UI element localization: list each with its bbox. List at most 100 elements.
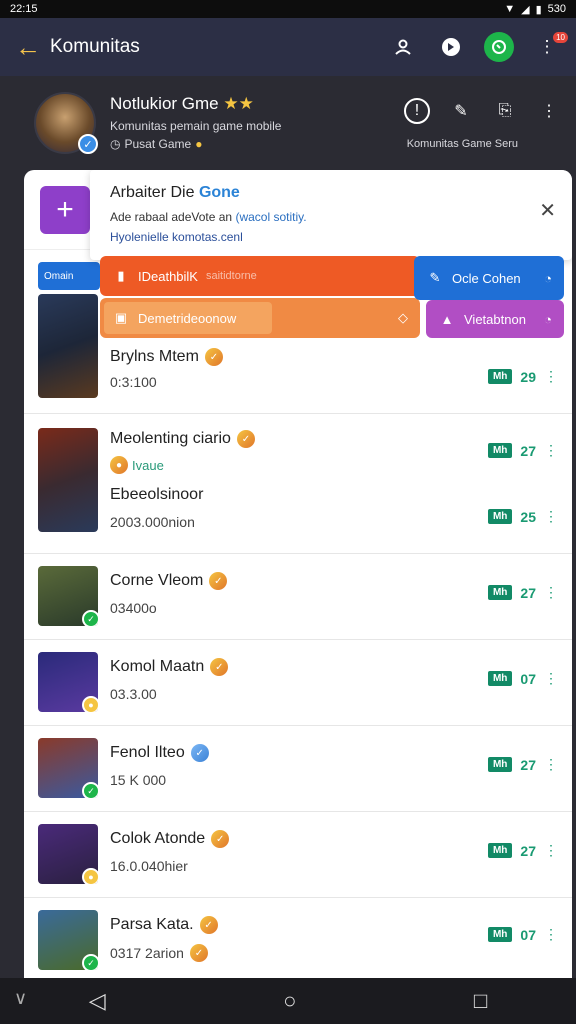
popup-title: Arbaiter Die Gone [110, 184, 240, 202]
list-item-stat: Mh 27 ⋮ [487, 442, 558, 459]
stat-pill: Mh [487, 671, 513, 686]
list-item[interactable]: ✓ Parsa Kata. ✓ 0317 2arion ✓ Mh 07 ⋮ [24, 898, 572, 978]
list-item-title-text: Brylns Mtem [110, 348, 199, 365]
notification-badge: 10 [553, 32, 568, 43]
kebab-icon[interactable]: ⋮ [544, 756, 558, 773]
emoji-icon: ● [195, 137, 203, 151]
list-item-stat: Mh 25 ⋮ [487, 508, 558, 525]
kebab-icon[interactable]: ⋮ [544, 584, 558, 601]
list-item-title: Fenol Ilteo ✓ [110, 744, 209, 762]
list-item[interactable]: ● Komol Maatn ✓ 03.3.00 Mh 07 ⋮ [24, 640, 572, 726]
stat-pill: Mh [487, 443, 513, 458]
card-blue[interactable]: ✎ Ocle Cohen ◔ [414, 256, 564, 300]
avatar[interactable]: ✓ [34, 92, 98, 154]
nav-recents-icon[interactable]: □ [474, 988, 487, 1014]
nav-home-icon[interactable]: ○ [283, 988, 296, 1014]
flag-icon: ▲ [440, 311, 454, 327]
list-item[interactable]: Meolenting ciario ✓ ● Ivaue Ebeeolsinoor… [24, 414, 572, 554]
emblem-icon: ✓ [189, 944, 208, 962]
stat-number: 29 [520, 368, 536, 385]
stat-number: 27 [520, 842, 536, 859]
kebab-icon[interactable]: ⋮ [544, 508, 558, 525]
pin-icon: ✎ [429, 270, 441, 285]
list-item-stat: Mh 27 ⋮ [487, 842, 558, 859]
list-item-stat: Mh 07 ⋮ [487, 926, 558, 943]
emblem-icon: ● [110, 456, 128, 474]
edit-icon[interactable]: ✎ [448, 98, 474, 124]
game-thumbnail: ✓ [38, 738, 98, 798]
card-orange-bottom[interactable]: ▣ Demetrideoonow ◇ [100, 298, 420, 338]
status-bar: 22:15 ▼ ◢ ▮ 530 [0, 0, 576, 18]
popup-line-1-text: Ade rabaal adeVote an [110, 210, 233, 224]
check-icon: ✓ [82, 610, 98, 626]
stat-pill: Mh [487, 843, 513, 858]
book-icon: ▮ [117, 268, 125, 283]
emblem-icon: ✓ [209, 572, 228, 590]
list-item[interactable]: ● Colok Atonde ✓ 16.0.040hier Mh 27 ⋮ [24, 812, 572, 898]
nav-back-icon[interactable]: ◁ [89, 988, 106, 1014]
card-purple[interactable]: ▲ Vietabtnon ◔ [426, 300, 564, 338]
stat-pill: Mh [487, 369, 513, 384]
add-button[interactable]: + [40, 186, 90, 234]
stat-pill: Mh [487, 585, 513, 600]
list-item[interactable]: ✓ Fenol Ilteo ✓ 15 K 000 Mh 27 ⋮ [24, 726, 572, 812]
profile-icon[interactable] [388, 32, 418, 62]
popup-line-1: Ade rabaal adeVote an (wacol sotitiy. [110, 210, 307, 224]
more-vert-icon[interactable]: ⋮ [536, 98, 562, 124]
kebab-icon[interactable]: ⋮ [544, 842, 558, 859]
card-blue-label: Ocle Cohen [452, 270, 521, 286]
emblem-icon: ✓ [204, 348, 223, 366]
stat-pill: Mh [487, 757, 513, 772]
check-icon: ✓ [82, 782, 98, 798]
back-arrow-icon[interactable]: ← [14, 32, 42, 62]
close-icon[interactable]: ✕ [539, 198, 556, 223]
kebab-icon[interactable]: ⋮ [544, 368, 558, 385]
info-icon[interactable]: ! [404, 98, 430, 124]
app-bar: ← Komunitas ⋮ 10 [0, 18, 576, 76]
more-icon[interactable]: ⋮ 10 [532, 32, 568, 62]
timer-icon: ◔ [544, 311, 552, 327]
share-icon[interactable]: ⎘ [492, 98, 518, 124]
kebab-icon[interactable]: ⋮ [544, 926, 558, 943]
list-item[interactable]: ✓ Corne Vleom ✓ 03400o Mh 27 ⋮ [24, 554, 572, 640]
list-item-subtitle: 16.0.040hier [110, 858, 188, 874]
game-thumbnail: ● [38, 824, 98, 884]
list-item-title: Colok Atonde ✓ [110, 830, 230, 848]
game-thumbnail: ● [38, 652, 98, 712]
whatsapp-icon[interactable] [484, 32, 514, 62]
chevron-down-icon[interactable]: ∨ [14, 988, 27, 1009]
emblem-icon: ✓ [210, 658, 229, 676]
wifi-icon: ▼ [504, 3, 516, 15]
list-item-title: Komol Maatn ✓ [110, 658, 229, 676]
kebab-icon[interactable]: ⋮ [544, 670, 558, 687]
list-item-stat: Mh 29 ⋮ [487, 368, 558, 385]
list-item-title-text: Parsa Kata. [110, 916, 194, 933]
profile-name-text: Notlukior Gme [110, 94, 219, 113]
coin-icon: ● [82, 868, 98, 884]
game-thumbnail [38, 428, 98, 532]
kebab-icon[interactable]: ⋮ [544, 442, 558, 459]
game-thumbnail [38, 294, 98, 398]
status-time: 22:15 [10, 3, 38, 15]
profile-subtitle: Komunitas pemain game mobile [110, 119, 282, 133]
app-title: Komunitas [50, 36, 140, 57]
popup-line-1-link[interactable]: (wacol sotitiy. [235, 210, 306, 224]
popup-link[interactable]: Hyolenielle komotas.cenl [110, 230, 243, 244]
card-orange-top-label: IDeathbilK [138, 268, 198, 284]
star-icon: ★★ [223, 94, 254, 113]
profile-meta: ◷ Pusat Game ● [110, 137, 202, 151]
stat-pill: Mh [487, 509, 513, 524]
popup-title-text: Arbaiter Die [110, 184, 195, 201]
emblem-icon: ✓ [199, 916, 218, 934]
card-orange-top-faint: saitidtorne [205, 270, 257, 282]
list-item-tag: ● Ivaue [110, 456, 164, 474]
system-nav-bar: ∨ ◁ ○ □ [0, 978, 576, 1024]
profile-meta-text: Pusat Game [124, 137, 192, 151]
popup-title-highlight: Gone [198, 184, 240, 201]
card-orange-top[interactable]: ▮ IDeathbilK saitidtorne [100, 256, 420, 296]
shield-icon[interactable] [436, 32, 466, 62]
list-item-title: Parsa Kata. ✓ [110, 916, 218, 934]
list-item-subtitle-2: Ebeeolsinoor [110, 486, 204, 503]
timer-icon: ◔ [544, 270, 552, 286]
list-item-stat: Mh 07 ⋮ [487, 670, 558, 687]
